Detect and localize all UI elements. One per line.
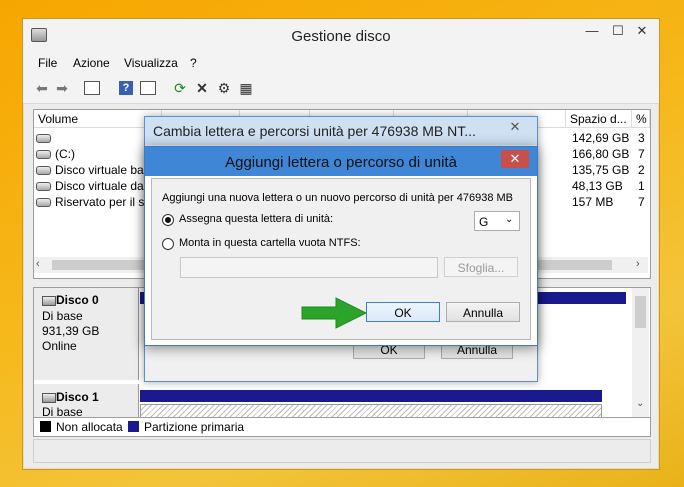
assign-letter-radio[interactable] [162,214,174,226]
properties-icon[interactable] [139,79,157,97]
column-header-percent[interactable]: % [632,110,650,128]
free-space-cell: 166,80 GB [572,147,630,161]
browse-button[interactable]: Sfoglia... [444,257,518,277]
volume-row[interactable]: Riservato per il si [36,194,147,210]
vertical-scrollbar[interactable]: ⌄ [632,288,649,418]
dialog-title-bar: Aggiungi lettera o percorso di unità ✕ [145,147,537,176]
menu-file[interactable]: File [38,56,57,70]
percent-cell: 2 [638,163,645,177]
volume-row[interactable] [36,130,55,146]
disk-0-status: Online [42,339,77,353]
dialog-description: Aggiungi una nuova lettera o un nuovo pe… [162,192,514,204]
folder-path-field[interactable] [180,257,438,278]
free-space-cell: 142,69 GB [572,131,630,145]
title-bar: Gestione disco — ☐ ✕ [23,19,659,53]
ok-button[interactable]: OK [366,302,440,322]
volume-row[interactable]: (C:) [36,146,75,162]
help-icon[interactable]: ? [117,79,135,97]
free-space-cell: 157 MB [572,195,614,209]
maximize-button[interactable]: ☐ [607,23,629,39]
drive-letter-select[interactable]: G ⌄ [474,211,520,231]
scroll-left-icon[interactable]: ‹ [36,258,40,270]
disk-0-label[interactable]: Disco 0 Di base 931,39 GB Online [34,288,139,380]
disk-0-name: Disco 0 [56,293,99,307]
menu-bar [23,53,659,75]
legend-bar: Non allocata Partizione primaria [33,417,651,437]
minimize-button[interactable]: — [581,23,603,39]
volume-icon [36,166,51,176]
volume-row[interactable]: Disco virtuale bac [36,162,150,178]
disk-icon [42,393,56,403]
refresh-icon[interactable]: ⟳ [171,79,189,97]
settings-icon[interactable]: ⚙ [215,79,233,97]
menu-visualizza[interactable]: Visualizza [124,56,178,70]
dialog-title: Aggiungi lettera o percorso di unità [225,154,457,171]
column-header-volume[interactable]: Volume [34,110,162,128]
free-space-cell: 48,13 GB [572,179,623,193]
disk-1-partition[interactable] [140,404,602,418]
unallocated-swatch [40,421,51,432]
assign-letter-label[interactable]: Assegna questa lettera di unità: [179,213,333,225]
status-bar [33,439,651,463]
disk-1-name: Disco 1 [56,390,99,404]
scroll-right-icon[interactable]: › [636,258,640,270]
disk-1-partition-bar[interactable] [140,390,602,402]
disk-0-type: Di base [42,309,83,323]
volume-icon [36,182,51,192]
scroll-thumb[interactable] [635,296,646,328]
close-button[interactable]: ✕ [629,23,655,39]
delete-icon[interactable]: ✕ [193,79,211,97]
scroll-down-icon[interactable]: ⌄ [636,398,644,409]
volume-icon [36,150,51,160]
volume-icon [36,134,51,144]
disk-icon [42,296,56,306]
back-icon[interactable]: ⬅ [33,79,51,97]
console-tree-icon[interactable] [83,79,101,97]
legend-unallocated: Non allocata [56,420,123,434]
volume-icon [36,198,51,208]
forward-icon[interactable]: ➡ [53,79,71,97]
close-icon[interactable]: ✕ [501,118,529,136]
percent-cell: 3 [638,131,645,145]
disk-0-size: 931,39 GB [42,324,100,338]
mount-folder-radio[interactable] [162,238,174,250]
menu-azione[interactable]: Azione [73,56,110,70]
disk-1-label[interactable]: Disco 1 Di base [34,384,139,418]
percent-cell: 1 [638,179,645,193]
mount-folder-label[interactable]: Monta in questa cartella vuota NTFS: [179,237,361,249]
menu-help[interactable]: ? [190,56,197,70]
green-arrow-icon [301,297,368,329]
dialog-title-bar: Cambia lettera e percorsi unità per 4769… [145,117,537,145]
percent-cell: 7 [638,147,645,161]
chevron-down-icon: ⌄ [505,214,514,225]
disk-wizard-icon[interactable]: ▦ [237,79,255,97]
column-header-free-space[interactable]: Spazio d... [566,110,632,128]
primary-swatch [128,421,139,432]
cancel-button[interactable]: Annulla [446,302,520,322]
drive-letter-value: G [479,215,489,229]
volume-row[interactable]: Disco virtuale dat [36,178,147,194]
window-title: Gestione disco [291,28,391,45]
percent-cell: 7 [638,195,645,209]
close-icon[interactable]: ✕ [501,150,529,168]
dialog-title: Cambia lettera e percorsi unità per 4769… [153,123,476,139]
free-space-cell: 135,75 GB [572,163,630,177]
legend-primary: Partizione primaria [144,420,245,434]
